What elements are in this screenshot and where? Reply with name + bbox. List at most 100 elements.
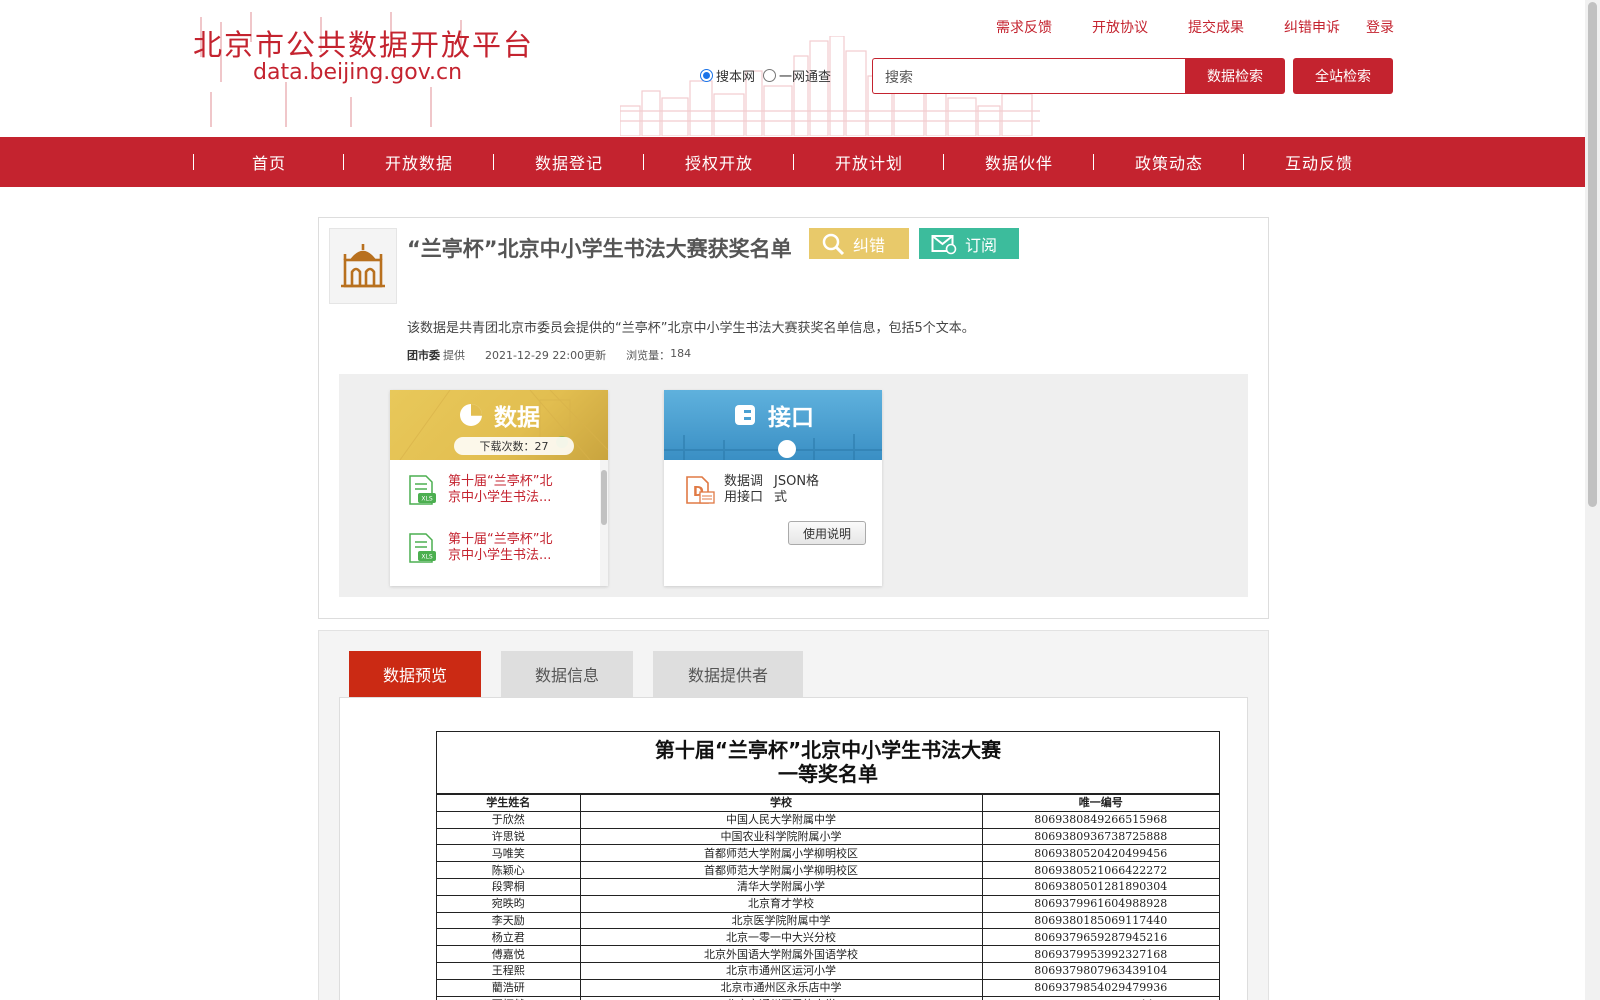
file-name[interactable]: 第十届“兰亭杯”北京中小学生书法...: [448, 474, 563, 514]
table-row: 陈颖心 首都师范大学附属小学柳明校区 8069380521066422272: [437, 861, 1219, 879]
api-body: D 数据调用接口 JSON格式: [684, 474, 824, 506]
nav-item-open-plan[interactable]: 开放计划: [794, 137, 944, 187]
tab-data-info[interactable]: 数据信息: [501, 651, 633, 697]
unique-id-cell: 8069380520420499456: [981, 844, 1219, 863]
table-row: 宛昳昀 北京育才学校 8069379961604988928: [437, 894, 1219, 913]
student-name-cell: 于欣然: [437, 810, 581, 829]
school-cell: 北京市通州区运河小学: [579, 961, 983, 980]
document-icon: D: [686, 476, 715, 504]
student-name-cell: 李天励: [437, 911, 581, 930]
nav-item-home[interactable]: 首页: [194, 137, 344, 187]
student-name-cell: 段霁桐: [437, 877, 581, 896]
table-header-row: 学生姓名 学校 唯一编号: [437, 794, 1219, 812]
file-list: XLS 第十届“兰亭杯”北京中小学生书法... XLS 第十届“兰亭杯”北京中小…: [390, 460, 608, 586]
radio-this-site[interactable]: [700, 69, 713, 82]
header: 北京市公共数据开放平台 data.beijing.gov.cn 需求反馈 开放协…: [0, 0, 1585, 137]
radio-one-network-label: 一网通查: [779, 70, 832, 85]
tab-data-provider[interactable]: 数据提供者: [653, 651, 803, 697]
nav-item-open-data[interactable]: 开放数据: [344, 137, 494, 187]
nav-item-interactive-feedback[interactable]: 互动反馈: [1244, 137, 1394, 187]
table-row: 许思锐 中国农业科学院附属小学 8069380936738725888: [437, 827, 1219, 846]
col-header-school: 学校: [579, 794, 983, 812]
subscribe-button[interactable]: 订阅: [919, 228, 1019, 259]
search-input[interactable]: 搜索: [872, 58, 1185, 94]
correct-error-label: 纠错: [853, 235, 886, 255]
table-row: 藺浩研 北京市通州区永乐店中学 8069379854029479936: [437, 978, 1219, 997]
nav-item-authorized-open[interactable]: 授权开放: [644, 137, 794, 187]
student-name-cell: 王程熙: [437, 961, 581, 980]
subscribe-label: 订阅: [965, 235, 998, 255]
file-name[interactable]: 第十届“兰亭杯”北京中小学生书法...: [448, 532, 563, 572]
nav-item-data-registration[interactable]: 数据登记: [494, 137, 644, 187]
school-cell: 北京市通州区永乐店中学: [579, 978, 983, 997]
nav-item-policy-news[interactable]: 政策动态: [1094, 137, 1244, 187]
tab-data-preview[interactable]: 数据预览: [349, 651, 481, 697]
api-format-label: JSON格式: [774, 474, 820, 505]
radio-one-network[interactable]: [763, 69, 777, 82]
file-item[interactable]: XLS 第十届“兰亭杯”北京中小学生书法...: [406, 474, 576, 514]
table-row: 于欣然 中国人民大学附属中学 8069380849266515968: [437, 810, 1219, 829]
site-search-button[interactable]: 全站检索: [1293, 58, 1393, 94]
page-scrollbar[interactable]: [1585, 0, 1600, 1000]
dataset-provider-suffix: 提供: [443, 349, 465, 362]
unique-id-cell: 8069379961604988928: [981, 894, 1219, 913]
dataset-panel: “兰亭杯”北京中小学生书法大赛获奖名单 纠错 订阅 该数据是共青团北京市委员会提…: [318, 217, 1269, 619]
usage-instructions-button[interactable]: 使用说明: [788, 521, 866, 545]
top-links: 需求反馈 开放协议 提交成果 纠错申诉 登录: [996, 17, 1394, 37]
dataset-updated: 2021-12-29 22:00更新: [485, 349, 607, 362]
search-scope-radios: 搜本网 一网通查: [700, 66, 839, 85]
data-card-header: 数据 下载次数：27: [390, 390, 608, 460]
school-cell: 中国农业科学院附属小学: [579, 827, 983, 846]
login-link[interactable]: 登录: [1366, 17, 1394, 37]
student-name-cell: 宛昳昀: [437, 894, 581, 913]
api-card-title: 接口: [768, 405, 814, 431]
preview-panel: 数据预览 数据信息 数据提供者 第十届“兰亭杯”北京中小学生书法大赛 一等奖名单…: [318, 630, 1269, 1000]
unique-id-cell: 8069379659287945216: [981, 928, 1219, 947]
resource-cards-area: 数据 下载次数：27 XLS 第十届“兰亭杯”北京中小学生书法... XLS 第…: [339, 374, 1248, 597]
unique-id-cell: 8069380185069117440: [981, 911, 1219, 930]
download-count: 下载次数：27: [454, 437, 574, 455]
link-demand-feedback[interactable]: 需求反馈: [996, 17, 1092, 37]
school-cell: 首都师范大学附属小学柳明校区: [579, 844, 983, 863]
col-header-id: 唯一编号: [981, 794, 1219, 812]
dataset-title: “兰亭杯”北京中小学生书法大赛获奖名单: [407, 237, 792, 261]
site-logo-title[interactable]: 北京市公共数据开放平台: [193, 22, 534, 64]
school-cell: 北京医学院附属中学: [579, 911, 983, 930]
api-indicator-dot: [778, 440, 796, 458]
student-name-cell: 傅嘉悦: [437, 945, 581, 963]
pie-chart-icon: [460, 404, 482, 426]
table-row: 傅嘉悦 北京外国语大学附属外国语学校 8069379953992327168: [437, 945, 1219, 963]
award-sheet: 第十届“兰亭杯”北京中小学生书法大赛 一等奖名单 学生姓名 学校 唯一编号 于欣…: [436, 731, 1220, 1000]
unique-id-cell: 8069379854029479936: [981, 978, 1219, 997]
page: 北京市公共数据开放平台 data.beijing.gov.cn 需求反馈 开放协…: [0, 0, 1600, 1000]
school-cell: 首都师范大学附属小学柳明校区: [579, 861, 983, 879]
nav-item-data-partners[interactable]: 数据伙伴: [944, 137, 1094, 187]
file-list-scrollbar[interactable]: [600, 460, 608, 586]
dataset-provider[interactable]: 团市委: [407, 347, 440, 363]
sheet-title-line1: 第十届“兰亭杯”北京中小学生书法大赛: [654, 738, 1002, 762]
link-submit-results[interactable]: 提交成果: [1188, 17, 1284, 37]
table-row: 段霁桐 清华大学附属小学 8069380501281890304: [437, 877, 1219, 896]
student-name-cell: 马唯笑: [437, 844, 581, 863]
api-call-label: 数据调用接口: [724, 474, 764, 505]
unique-id-cell: 8069380849266515968: [981, 810, 1219, 829]
school-cell: 北京一零一中大兴分校: [579, 928, 983, 947]
correct-error-button[interactable]: 纠错: [809, 228, 909, 259]
dataset-meta: 团市委 提供 2021-12-29 22:00更新 浏览量： 184: [407, 347, 691, 363]
svg-text:XLS: XLS: [421, 496, 432, 503]
student-name-cell: 贾拓然: [437, 995, 581, 1000]
dataset-category-icon: [329, 228, 397, 304]
link-open-agreement[interactable]: 开放协议: [1092, 17, 1188, 37]
magnifier-icon: [822, 233, 845, 255]
site-logo-url[interactable]: data.beijing.gov.cn: [253, 60, 462, 85]
dataset-views: 184: [670, 347, 692, 360]
page-scrollbar-thumb[interactable]: [1588, 2, 1597, 507]
file-item[interactable]: XLS 第十届“兰亭杯”北京中小学生书法...: [406, 532, 576, 572]
radio-this-site-label: 搜本网: [716, 70, 756, 85]
data-search-button[interactable]: 数据检索: [1185, 58, 1285, 94]
school-cell: 中国人民大学附属中学: [579, 810, 983, 829]
link-error-appeal[interactable]: 纠错申诉: [1284, 17, 1366, 37]
envelope-icon: [931, 234, 957, 254]
school-cell: 清华大学附属小学: [579, 877, 983, 896]
main-nav: 首页 开放数据 数据登记 授权开放 开放计划 数据伙伴 政策动态 互动反馈: [0, 137, 1585, 187]
